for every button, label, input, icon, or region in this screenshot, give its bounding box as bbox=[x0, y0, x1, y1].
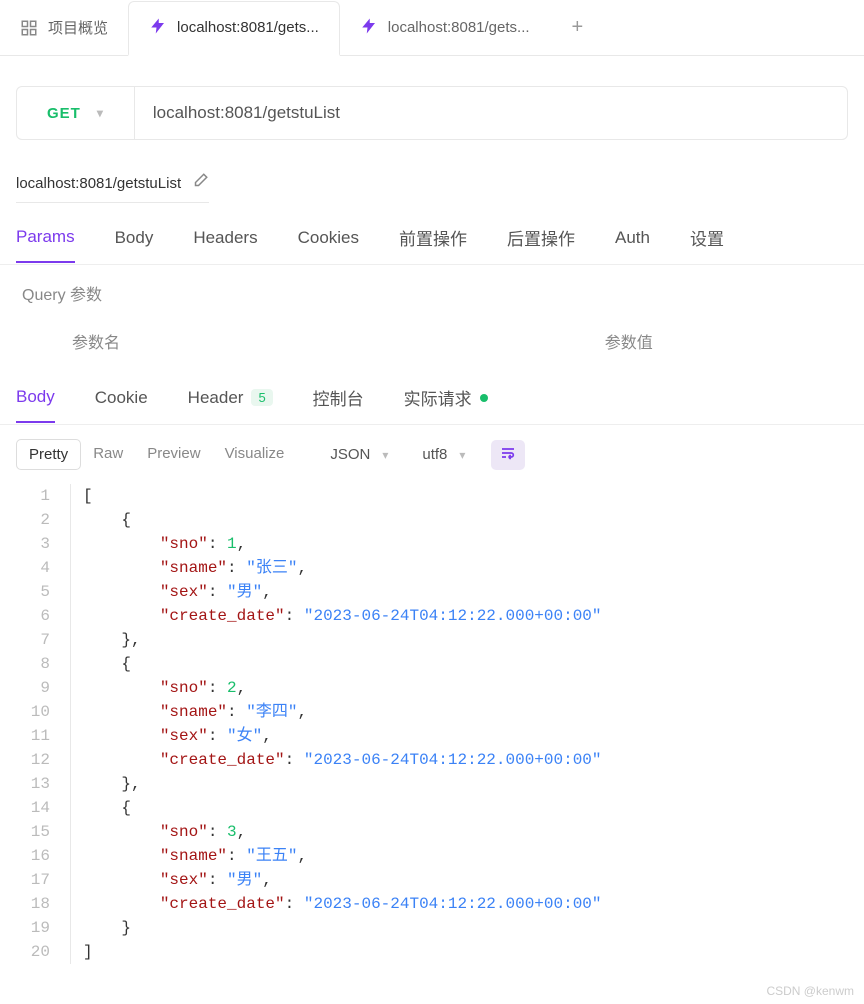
tab-other[interactable]: localhost:8081/gets... bbox=[340, 0, 550, 55]
subtab-pre[interactable]: 前置操作 bbox=[399, 225, 467, 264]
resp-tab-header[interactable]: Header 5 bbox=[188, 378, 273, 422]
view-raw[interactable]: Raw bbox=[81, 439, 135, 470]
url-input[interactable]: localhost:8081/getstuList bbox=[135, 103, 847, 123]
subtab-headers[interactable]: Headers bbox=[193, 228, 257, 262]
header-count-badge: 5 bbox=[251, 389, 272, 406]
query-col-value: 参数值 bbox=[605, 329, 653, 353]
subtab-body[interactable]: Body bbox=[115, 228, 154, 262]
code-content: [ { "sno": 1, "sname": "张三", "sex": "男",… bbox=[70, 484, 848, 964]
method-select[interactable]: GET ▾ bbox=[17, 87, 135, 139]
tab-active-label: localhost:8081/gets... bbox=[177, 19, 319, 36]
view-options-row: Pretty Raw Preview Visualize JSON ▾ utf8… bbox=[0, 425, 864, 484]
watermark: CSDN @kenwm bbox=[766, 984, 854, 998]
subtab-auth[interactable]: Auth bbox=[615, 228, 650, 262]
tab-other-label: localhost:8081/gets... bbox=[388, 19, 530, 36]
grid-icon bbox=[20, 19, 38, 37]
view-mode-group: Pretty Raw Preview Visualize bbox=[16, 439, 296, 470]
view-visualize[interactable]: Visualize bbox=[213, 439, 297, 470]
query-col-name: 参数名 bbox=[0, 329, 605, 353]
subtab-settings[interactable]: 设置 bbox=[690, 225, 724, 264]
subtab-post[interactable]: 后置操作 bbox=[507, 225, 575, 264]
response-tabs: Body Cookie Header 5 控制台 实际请求 bbox=[0, 365, 864, 425]
method-label: GET bbox=[47, 105, 81, 122]
request-subtabs: Params Body Headers Cookies 前置操作 后置操作 Au… bbox=[0, 203, 864, 265]
subtab-cookies[interactable]: Cookies bbox=[298, 228, 359, 262]
request-name-row: localhost:8081/getstuList bbox=[16, 164, 209, 203]
chevron-down-icon: ▾ bbox=[97, 106, 104, 120]
line-gutter: 1234567891011121314151617181920 bbox=[0, 484, 70, 964]
top-tab-bar: 项目概览 localhost:8081/gets... localhost:80… bbox=[0, 0, 864, 56]
tab-overview-label: 项目概览 bbox=[48, 17, 108, 38]
resp-tab-body[interactable]: Body bbox=[16, 377, 55, 423]
request-name: localhost:8081/getstuList bbox=[16, 175, 181, 192]
tab-overview[interactable]: 项目概览 bbox=[0, 0, 128, 55]
query-section-label: Query 参数 bbox=[0, 265, 864, 321]
new-tab-button[interactable]: + bbox=[550, 16, 606, 39]
chevron-down-icon: ▾ bbox=[459, 448, 465, 462]
subtab-params[interactable]: Params bbox=[16, 227, 75, 263]
view-pretty[interactable]: Pretty bbox=[16, 439, 81, 470]
query-table-header: 参数名 参数值 bbox=[0, 321, 864, 365]
tab-active[interactable]: localhost:8081/gets... bbox=[128, 1, 340, 56]
format-select[interactable]: JSON ▾ bbox=[330, 446, 388, 463]
resp-tab-actual[interactable]: 实际请求 bbox=[404, 375, 488, 424]
resp-tab-cookie[interactable]: Cookie bbox=[95, 378, 148, 422]
edit-icon[interactable] bbox=[191, 172, 209, 194]
wrap-toggle[interactable] bbox=[491, 440, 525, 470]
chevron-down-icon: ▾ bbox=[382, 448, 388, 462]
encoding-select[interactable]: utf8 ▾ bbox=[422, 446, 465, 463]
view-preview[interactable]: Preview bbox=[135, 439, 212, 470]
resp-tab-console[interactable]: 控制台 bbox=[313, 375, 364, 424]
bolt-icon bbox=[360, 17, 378, 39]
request-bar: GET ▾ localhost:8081/getstuList bbox=[16, 86, 848, 140]
bolt-icon bbox=[149, 17, 167, 39]
status-dot-icon bbox=[480, 394, 488, 402]
response-body-editor[interactable]: 1234567891011121314151617181920 [ { "sno… bbox=[0, 484, 864, 964]
